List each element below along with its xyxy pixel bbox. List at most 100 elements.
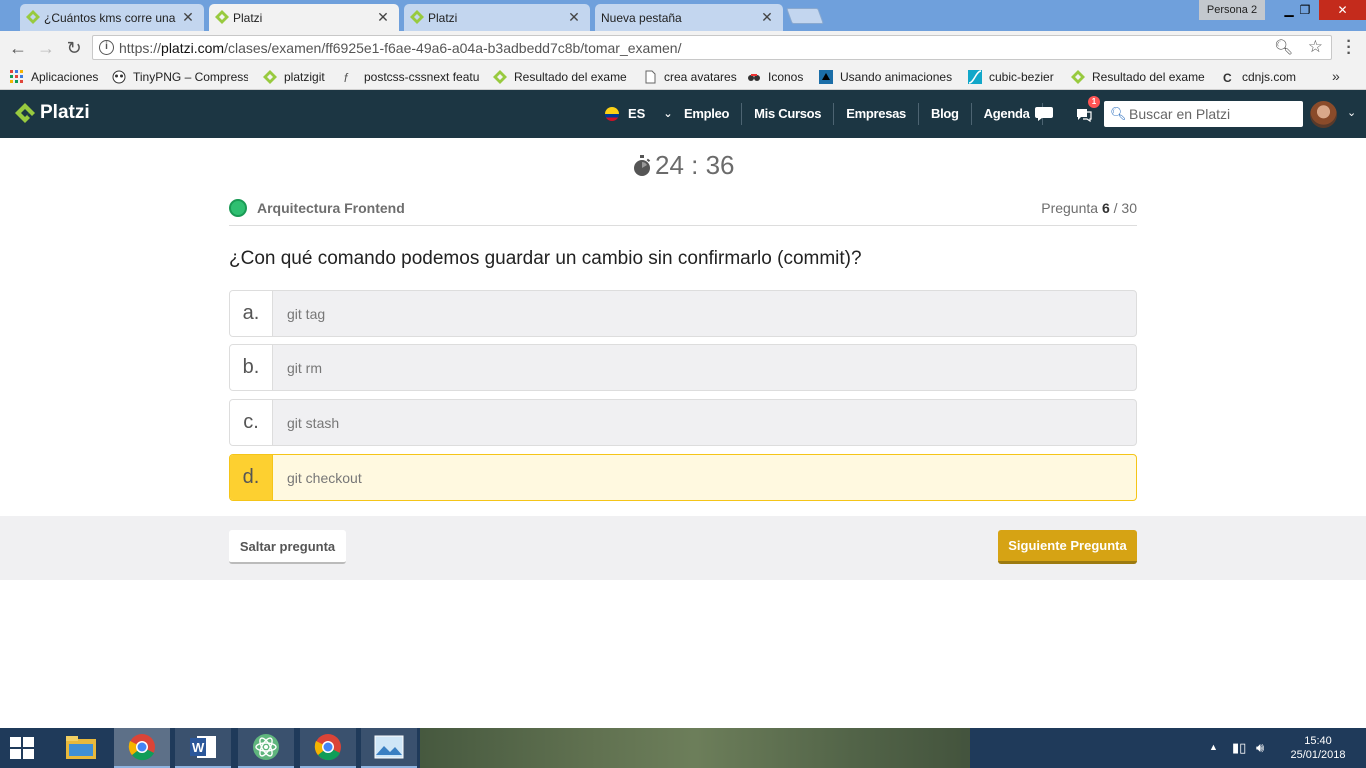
taskbar-photos[interactable] [361,728,417,768]
answer-option-b[interactable]: b. git rm [229,344,1137,391]
taskbar-file-explorer[interactable] [53,728,109,768]
answer-option-a[interactable]: a. git tag [229,290,1137,337]
chrome-icon [128,734,155,761]
course-badge-icon [229,199,247,217]
bookmark-animaciones[interactable]: Usando animaciones [819,68,955,86]
tab-3[interactable]: Nueva pestaña ✕ [595,4,783,31]
more-bookmarks-icon[interactable]: » [1332,68,1340,84]
tab-title: Platzi [428,10,458,25]
exam-actions-bar: Saltar pregunta Siguiente Pregunta [0,516,1366,580]
battery-icon[interactable]: ▮▯ [1232,740,1246,756]
bookmark-label: TinyPNG – Compress [133,70,248,84]
bookmark-postcss[interactable]: f postcss-cssnext featu [343,68,479,86]
taskbar-chrome-2[interactable] [300,728,356,768]
course-name: Arquitectura Frontend [257,200,405,216]
bookmark-apps[interactable]: Aplicaciones [10,68,106,86]
platzi-logo[interactable]: Platzi [14,102,90,124]
profile-button[interactable]: Persona 2 [1199,0,1265,20]
menu-icon[interactable]: · · · [1340,34,1358,62]
nav-agenda[interactable]: Agenda [972,103,1043,125]
bookmarks-bar: Aplicaciones TinyPNG – Compress platzigi… [0,64,1366,90]
tab-0[interactable]: ¿Cuántos kms corre una ✕ [20,4,204,31]
restore-icon[interactable]: ❐ [1290,0,1320,20]
chat-icon[interactable] [1034,105,1054,123]
window-close-icon[interactable]: ✕ [1319,0,1366,20]
forward-icon[interactable]: → [35,37,57,59]
animation-icon [819,70,833,84]
chevron-down-icon[interactable]: ⌄ [1347,106,1356,119]
main-nav: Empleo Mis Cursos Empresas Blog Agenda [672,90,1043,138]
nav-empresas[interactable]: Empresas [834,103,919,125]
url-scheme: https:// [119,40,162,56]
platzi-icon [1071,70,1085,84]
language-code: ES [628,106,646,121]
bookmark-label: Aplicaciones [31,70,99,84]
nav-mis-cursos[interactable]: Mis Cursos [742,103,835,125]
volume-icon[interactable]: 🔊︎ [1256,740,1264,756]
taskbar-wallpaper [420,728,970,768]
bookmark-cubic-bezier[interactable]: cubic-bezier [968,68,1060,86]
bookmark-resultado-2[interactable]: Resultado del exame [1071,68,1207,86]
colombia-flag-icon [605,106,619,121]
svg-text:C: C [1223,71,1232,84]
close-icon[interactable]: ✕ [761,9,773,26]
avatar[interactable] [1310,101,1337,128]
bookmark-resultado-1[interactable]: Resultado del exame [493,68,629,86]
answer-option-c[interactable]: c. git stash [229,399,1137,446]
search-input[interactable] [1129,104,1299,124]
bookmark-label: Resultado del exame [514,70,627,84]
bookmark-star-icon[interactable]: ☆ [1308,37,1323,57]
platzi-icon [263,70,277,84]
bookmark-cdnjs[interactable]: C cdnjs.com [1221,68,1301,86]
option-text: git rm [287,359,322,376]
bookmark-iconos[interactable]: Iconos [747,68,811,86]
tab-1[interactable]: Platzi ✕ [209,4,399,31]
zoom-icon[interactable]: 🔍︎ [1274,38,1293,56]
bookmark-label: crea avatares [664,70,737,84]
taskbar-chrome-1[interactable] [114,728,170,768]
question-text: ¿Con qué comando podemos guardar un camb… [229,248,862,269]
option-letter: a. [230,291,273,336]
close-icon[interactable]: ✕ [377,9,389,26]
platzi-icon [493,70,507,84]
tab-title: ¿Cuántos kms corre una [44,10,176,25]
url-text[interactable]: https://platzi.com/clases/examen/ff6925e… [119,40,681,56]
bookmark-label: platzigit [284,70,325,84]
address-bar[interactable]: i https://platzi.com/clases/examen/ff692… [92,35,1332,60]
option-text: git checkout [287,469,362,486]
system-clock[interactable]: 15:40 25/01/2018 [1286,734,1350,762]
bookmark-tinypng[interactable]: TinyPNG – Compress [112,68,248,86]
nav-blog[interactable]: Blog [919,103,972,125]
skip-question-button[interactable]: Saltar pregunta [229,530,346,564]
notifications-icon[interactable] [1075,105,1093,123]
platzi-icon [410,10,424,24]
platzi-logo-icon [15,103,35,123]
option-text: git tag [287,305,326,322]
glasses-icon [748,74,760,81]
language-selector[interactable]: ES ⌄ [605,106,673,121]
bookmark-crea-avatares[interactable]: crea avatares [643,68,739,86]
platzi-icon [215,10,229,24]
taskbar-word[interactable]: W [175,728,231,768]
tray-expand-icon[interactable]: ▲ [1209,742,1218,752]
logo-text: Platzi [40,102,90,123]
word-icon: W [190,736,216,758]
bookmark-label: cdnjs.com [1242,70,1297,84]
back-icon[interactable]: ← [7,37,29,59]
tab-2[interactable]: Platzi ✕ [404,4,590,31]
svg-text:f: f [344,71,349,84]
cdnjs-icon: C [1223,71,1232,84]
new-tab-button[interactable] [786,8,824,24]
next-question-button[interactable]: Siguiente Pregunta [998,530,1137,564]
taskbar-atom[interactable] [238,728,294,768]
nav-empleo[interactable]: Empleo [672,103,743,125]
info-icon[interactable]: i [99,40,114,55]
bookmark-label: cubic-bezier [989,70,1054,84]
answer-option-d[interactable]: d. git checkout [229,454,1137,501]
reload-icon[interactable]: ↻ [63,37,85,59]
windows-start-icon[interactable] [10,737,34,759]
svg-text:W: W [192,740,205,755]
close-icon[interactable]: ✕ [182,9,194,26]
close-icon[interactable]: ✕ [568,9,580,26]
bookmark-platzigit[interactable]: platzigit [263,68,335,86]
